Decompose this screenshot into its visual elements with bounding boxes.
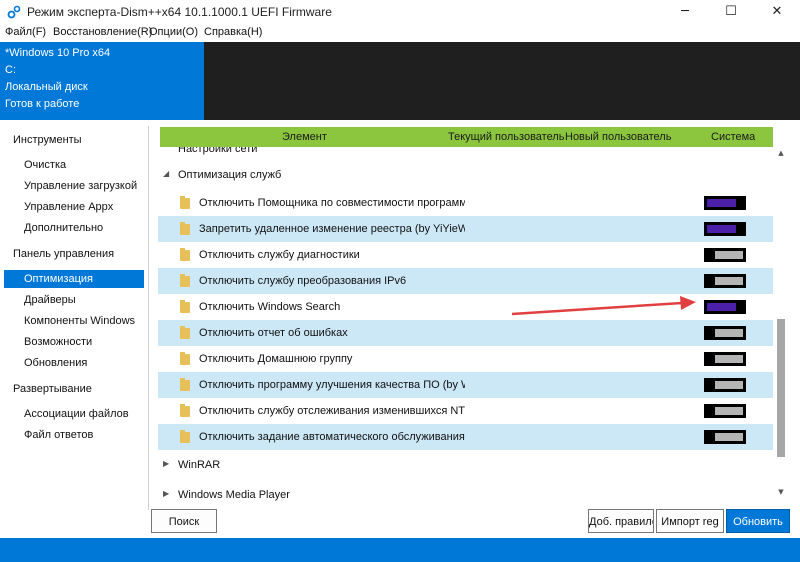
sidebar-divider — [148, 126, 149, 510]
sidebar-item-optimization[interactable]: Оптимизация — [4, 270, 144, 288]
update-button[interactable]: Обновить — [726, 509, 790, 533]
folder-icon — [180, 378, 190, 391]
list-item[interactable]: Отключить задание автоматического обслуж… — [158, 424, 773, 450]
sidebar: Инструменты Очистка Управление загрузкой… — [0, 120, 148, 538]
sidebar-item-drivers[interactable]: Драйверы — [4, 291, 144, 309]
system-toggle[interactable] — [704, 430, 746, 444]
expanded-arrow-icon: ◢ — [163, 169, 170, 178]
system-toggle[interactable] — [704, 248, 746, 262]
menu-file[interactable]: Файл(F) — [5, 26, 46, 38]
os-name: *Windows 10 Pro x64 — [5, 47, 111, 59]
system-toggle[interactable] — [704, 326, 746, 340]
image-info-panel[interactable]: *Windows 10 Pro x64 C: Локальный диск Го… — [0, 42, 204, 120]
folder-icon — [180, 196, 190, 209]
list-item[interactable]: Отключить Помощника по совместимости про… — [158, 190, 773, 216]
drive-letter: C: — [5, 64, 16, 76]
scroll-thumb[interactable] — [777, 319, 785, 457]
system-toggle[interactable] — [704, 404, 746, 418]
sidebar-item-extra[interactable]: Дополнительно — [4, 219, 144, 237]
list-item[interactable]: Запретить удаленное изменение реестра (b… — [158, 216, 773, 242]
menu-help[interactable]: Справка(H) — [204, 26, 262, 38]
window-title: Режим эксперта-Dism++x64 10.1.1000.1 UEF… — [27, 5, 332, 19]
group-windows-media-player[interactable]: ▶ Windows Media Player — [158, 485, 773, 503]
sidebar-item-updates[interactable]: Обновления — [4, 354, 144, 372]
system-toggle[interactable] — [704, 274, 746, 288]
menu-restore[interactable]: Восстановление(R) — [53, 26, 152, 38]
column-current-user[interactable]: Текущий пользователь — [448, 131, 564, 143]
sidebar-item-appx[interactable]: Управление Appx — [4, 198, 144, 216]
list-item[interactable]: Отключить службу отслеживания изменивших… — [158, 398, 773, 424]
sidebar-item-cleanup[interactable]: Очистка — [4, 156, 144, 174]
maximize-button[interactable]: ☐ — [708, 0, 754, 24]
folder-icon — [180, 326, 190, 339]
sidebar-heading-tools: Инструменты — [13, 134, 82, 146]
disk-label: Локальный диск — [5, 81, 88, 93]
menu-options[interactable]: Опции(O) — [149, 26, 198, 38]
sidebar-item-file-associations[interactable]: Ассоциации файлов — [4, 405, 144, 423]
group-network-partial[interactable]: Настройки сети — [158, 147, 773, 159]
folder-icon — [180, 222, 190, 235]
column-element[interactable]: Элемент — [282, 131, 327, 143]
system-toggle[interactable] — [704, 352, 746, 366]
minimize-button[interactable]: ─ — [662, 0, 708, 24]
sidebar-heading-control-panel: Панель управления — [13, 248, 115, 260]
folder-icon — [180, 352, 190, 365]
sidebar-item-features[interactable]: Возможности — [4, 333, 144, 351]
system-toggle[interactable] — [704, 222, 746, 236]
system-toggle[interactable] — [704, 300, 746, 314]
optimization-list: Настройки сети ◢ Оптимизация служб Отклю… — [158, 147, 773, 503]
sidebar-heading-deployment: Развертывание — [13, 383, 92, 395]
image-list-area — [204, 42, 800, 120]
column-new-user[interactable]: Новый пользователь — [565, 131, 671, 143]
search-button[interactable]: Поиск — [151, 509, 217, 533]
menu-bar: Файл(F) Восстановление(R) Опции(O) Справ… — [0, 24, 800, 42]
group-winrar[interactable]: ▶ WinRAR — [158, 455, 773, 475]
list-item[interactable]: Отключить службу диагностики — [158, 242, 773, 268]
folder-icon — [180, 430, 190, 443]
import-reg-button[interactable]: Импорт reg — [656, 509, 724, 533]
add-rules-button[interactable]: Доб. правило — [588, 509, 654, 533]
folder-icon — [180, 404, 190, 417]
status-bar — [0, 538, 800, 562]
sidebar-item-components[interactable]: Компоненты Windows — [4, 312, 144, 330]
scroll-up-icon[interactable]: ▲ — [775, 149, 787, 157]
table-header: Элемент Текущий пользователь Новый польз… — [160, 127, 773, 147]
system-toggle[interactable] — [704, 196, 746, 210]
folder-icon — [180, 274, 190, 287]
group-service-optimization[interactable]: ◢ Оптимизация служб — [158, 165, 773, 185]
title-bar: Режим эксперта-Dism++x64 10.1.1000.1 UEF… — [0, 0, 800, 24]
list-item[interactable]: Отключить Домашнюю группу — [158, 346, 773, 372]
sidebar-item-boot[interactable]: Управление загрузкой — [4, 177, 144, 195]
collapsed-arrow-icon: ▶ — [163, 489, 170, 498]
app-gear-icon — [7, 5, 21, 19]
vertical-scrollbar[interactable]: ▲ ▼ — [775, 149, 787, 501]
column-system[interactable]: Система — [711, 131, 755, 143]
close-button[interactable]: ✕ — [754, 0, 800, 24]
list-item[interactable]: Отключить службу преобразования IPv6 — [158, 268, 773, 294]
folder-icon — [180, 300, 190, 313]
system-toggle[interactable] — [704, 378, 746, 392]
collapsed-arrow-icon: ▶ — [163, 459, 170, 468]
list-item[interactable]: Отключить программу улучшения качества П… — [158, 372, 773, 398]
sidebar-item-answer-file[interactable]: Файл ответов — [4, 426, 144, 444]
folder-icon — [180, 248, 190, 261]
list-item[interactable]: Отключить отчет об ошибках — [158, 320, 773, 346]
list-item[interactable]: Отключить Windows Search — [158, 294, 773, 320]
status-text: Готов к работе — [5, 98, 80, 110]
scroll-down-icon[interactable]: ▼ — [775, 488, 787, 496]
